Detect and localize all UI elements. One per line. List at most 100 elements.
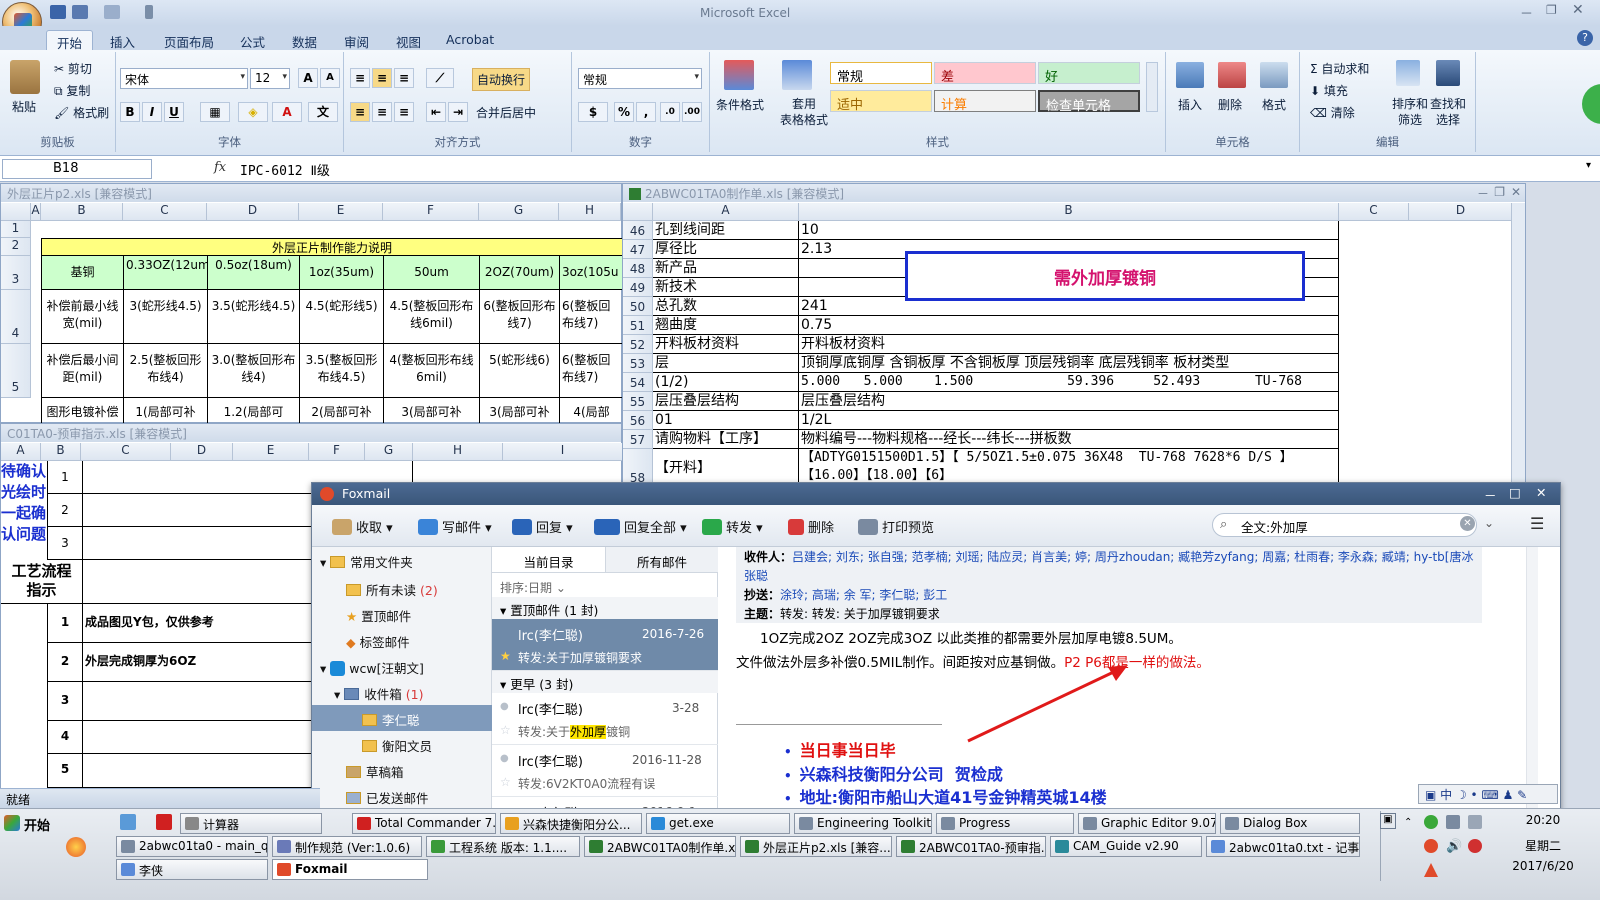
row-header[interactable]: 52 xyxy=(623,335,653,354)
border-button[interactable]: ▦ xyxy=(200,102,230,122)
tray-icon[interactable] xyxy=(1424,839,1438,853)
align-middle-button[interactable]: ≡ xyxy=(372,68,392,88)
row-header[interactable]: 3 xyxy=(1,256,31,290)
customize-qat-icon[interactable] xyxy=(145,5,153,19)
receive-button[interactable]: 收取 ▾ xyxy=(332,517,393,536)
find-select-icon[interactable] xyxy=(1436,60,1460,86)
delete-button[interactable]: 删除 xyxy=(788,517,834,536)
star-icon[interactable]: ☆ xyxy=(500,723,511,737)
vertical-scrollbar[interactable] xyxy=(1511,203,1525,491)
tab-review[interactable]: 审阅 xyxy=(334,30,379,50)
tray-icon[interactable] xyxy=(1424,863,1438,877)
quicklaunch-pdf-icon[interactable] xyxy=(156,814,172,830)
ime-toolbar[interactable]: ▣ 中 ☽ • ⌨ ♟ ✎ xyxy=(1418,784,1558,804)
font-size-select[interactable]: 12 xyxy=(250,68,290,89)
group-earlier[interactable]: ▾ 更早 (3 封) xyxy=(492,671,718,693)
style-calculation[interactable]: 计算 xyxy=(934,90,1036,113)
format-as-table-button[interactable]: 套用 表格格式 xyxy=(780,96,828,128)
taskbar-item[interactable]: CAM_Guide v2.90 xyxy=(1050,836,1202,857)
folder-common[interactable]: ▾ 常用文件夹 xyxy=(312,547,492,573)
tab-view[interactable]: 视图 xyxy=(386,30,431,50)
taskbar-item[interactable]: 工程系统 版本: 1.1.... xyxy=(426,836,580,857)
taskbar-item[interactable]: get.exe xyxy=(646,813,790,834)
align-bottom-button[interactable]: ≡ xyxy=(394,68,414,88)
conditional-format-button[interactable]: 条件格式 xyxy=(716,96,764,113)
col-header[interactable]: A xyxy=(31,203,41,221)
merge-center-button[interactable]: 合并后居中 xyxy=(476,104,536,121)
tray-icon[interactable] xyxy=(1424,815,1438,829)
folder-pinned[interactable]: ★ 置顶邮件 xyxy=(312,601,492,627)
phonetic-button[interactable]: 文 xyxy=(308,102,338,122)
taskbar-item[interactable]: 2ABWC01TA0制作单.xl... xyxy=(584,836,736,857)
foxmail-minimize-button[interactable]: － xyxy=(1484,485,1497,504)
quicklaunch-icon[interactable] xyxy=(66,837,86,857)
format-cells-button[interactable]: 格式 xyxy=(1262,96,1286,113)
taskbar-item[interactable]: 2abwc01ta0.txt - 记事本 xyxy=(1206,836,1360,857)
col-header[interactable]: A xyxy=(653,203,799,221)
tray-icon[interactable]: ▣ xyxy=(1380,813,1396,829)
format-cells-icon[interactable] xyxy=(1260,62,1288,88)
tab-page-layout[interactable]: 页面布局 xyxy=(154,30,224,50)
tray-icon[interactable] xyxy=(1446,815,1460,829)
taskbar-item[interactable]: 2abwc01ta0 - main_qa xyxy=(116,836,268,857)
row-header[interactable]: 5 xyxy=(1,344,31,398)
close-button[interactable]: ✕ xyxy=(1572,2,1584,18)
minimize-button[interactable]: － xyxy=(1520,3,1533,22)
col-header[interactable]: F xyxy=(383,203,479,221)
taskbar-item[interactable]: 2ABWC01TA0-预审指... xyxy=(896,836,1046,857)
col-header[interactable]: D xyxy=(207,203,299,221)
grow-font-button[interactable]: A xyxy=(298,68,318,88)
cut-button[interactable]: ✂ 剪切 xyxy=(54,60,92,77)
clock-time[interactable]: 20:20 xyxy=(1506,813,1580,827)
decrease-indent-button[interactable]: ⇤ xyxy=(426,102,446,122)
style-normal[interactable]: 常规 xyxy=(830,62,932,85)
row-header[interactable]: 2 xyxy=(1,238,31,256)
autosum-button[interactable]: Σ 自动求和 xyxy=(1310,60,1369,77)
row-header[interactable]: 47 xyxy=(623,240,653,259)
restore-button[interactable]: ❐ xyxy=(1546,3,1557,17)
select-all[interactable] xyxy=(623,203,653,221)
fill-button[interactable]: ⬇ 填充 xyxy=(1310,82,1348,99)
find-select-button[interactable]: 查找和 选择 xyxy=(1430,96,1466,128)
wrap-text-button[interactable]: 自动换行 xyxy=(472,68,531,91)
compose-button[interactable]: 写邮件 ▾ xyxy=(418,517,492,536)
tray-expand-icon[interactable]: ⌃ xyxy=(1404,817,1412,828)
clear-button[interactable]: ⌫ 清除 xyxy=(1310,104,1355,121)
col-header[interactable]: C xyxy=(123,203,207,221)
increase-decimal-button[interactable]: .0 xyxy=(660,102,680,122)
col-header[interactable]: E xyxy=(233,443,309,461)
folder-sent[interactable]: 已发送邮件 xyxy=(312,783,492,809)
formula-input[interactable]: IPC-6012 Ⅱ级 xyxy=(240,160,330,179)
font-color-button[interactable]: A xyxy=(272,102,302,122)
align-right-button[interactable]: ≡ xyxy=(394,102,414,122)
col-header[interactable]: C xyxy=(81,443,171,461)
underline-button[interactable]: U xyxy=(164,102,184,122)
font-name-select[interactable]: 宋体 xyxy=(120,68,248,89)
taskbar-item[interactable]: Total Commander 7.0... xyxy=(352,813,496,834)
style-check-cell[interactable]: 检查单元格 xyxy=(1038,90,1140,114)
col-header[interactable]: G xyxy=(479,203,559,221)
col-header[interactable]: C xyxy=(1339,203,1409,221)
tab-home[interactable]: 开始 xyxy=(46,30,94,51)
clear-search-icon[interactable]: ✕ xyxy=(1460,516,1475,531)
col-header[interactable]: H xyxy=(413,443,503,461)
sort-filter-button[interactable]: 排序和 筛选 xyxy=(1392,96,1428,128)
number-format-select[interactable]: 常规 xyxy=(578,68,702,89)
col-header[interactable]: G xyxy=(365,443,413,461)
decrease-decimal-button[interactable]: .00 xyxy=(682,102,702,122)
account-wcw[interactable]: ▾ wcw[汪朝文] xyxy=(312,653,492,679)
paste-button[interactable]: 粘贴 xyxy=(12,98,36,115)
name-box[interactable]: B18 xyxy=(2,159,152,179)
star-icon[interactable]: ★ xyxy=(500,649,511,663)
col-header[interactable]: B xyxy=(41,203,123,221)
row-header[interactable]: 50 xyxy=(623,297,653,316)
quicklaunch-icon[interactable] xyxy=(120,814,136,830)
align-center-button[interactable]: ≡ xyxy=(372,102,392,122)
window-restore-button[interactable]: ❐ xyxy=(1494,185,1505,199)
row-header[interactable]: 4 xyxy=(1,290,31,344)
col-header[interactable]: B xyxy=(41,443,81,461)
row-header[interactable]: 55 xyxy=(623,392,653,411)
italic-button[interactable]: I xyxy=(142,102,162,122)
mail-item[interactable]: ● lrc(李仁聪) 2016-11-28 ☆ 转发:6V2KT0A0流程有误 xyxy=(492,745,718,797)
recipients[interactable]: 吕建会; 刘东; 张自强; 范孝楠; 刘瑶; 陆应灵; 肖言美; 婷; 周丹zh… xyxy=(792,550,1474,564)
